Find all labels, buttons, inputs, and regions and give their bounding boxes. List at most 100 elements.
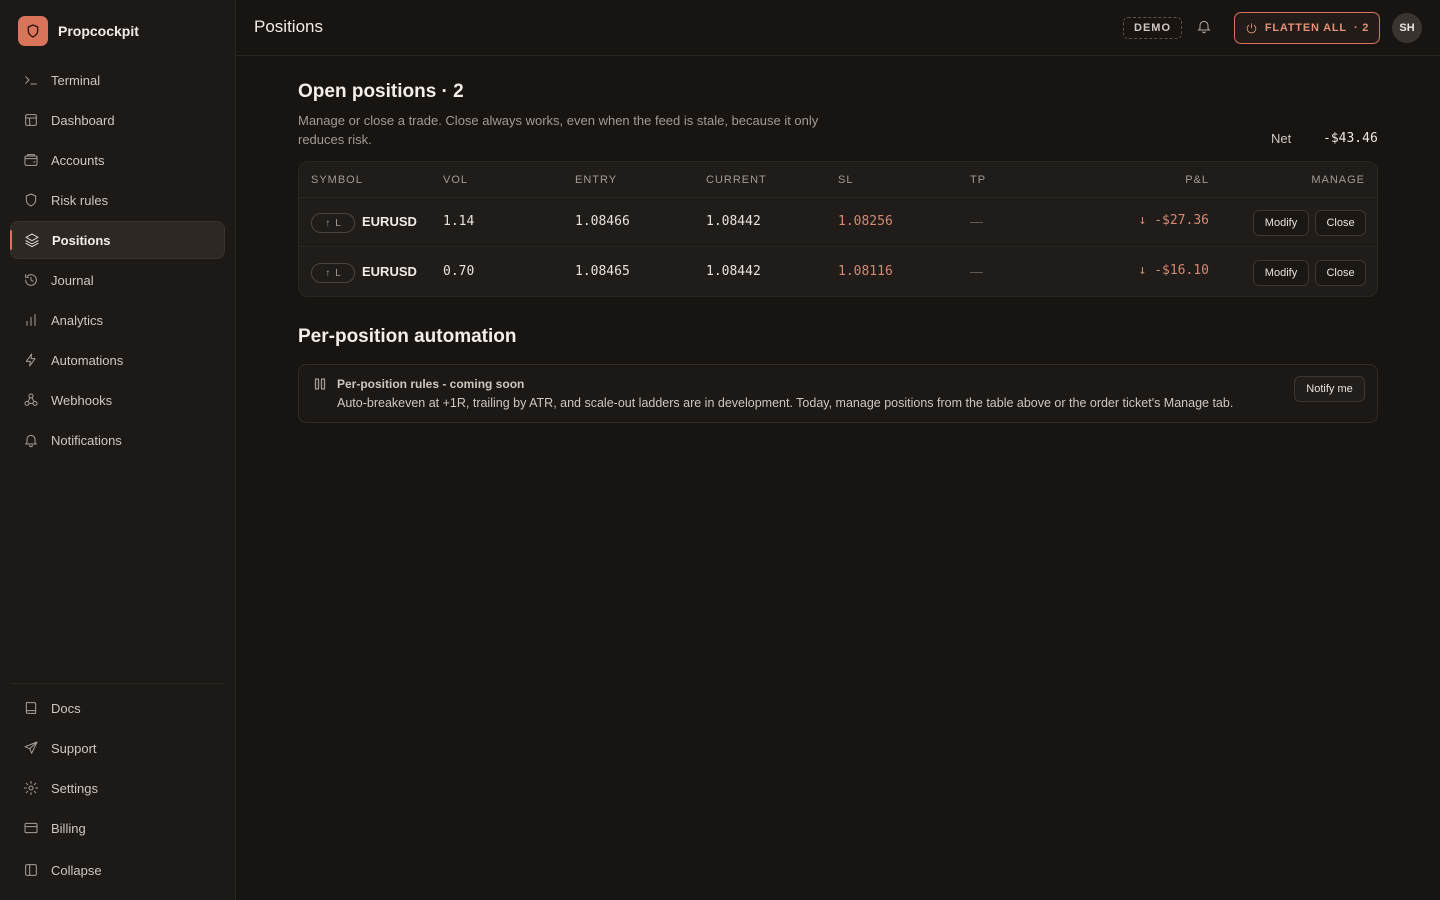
take-profit: —: [970, 214, 983, 229]
side-label: L: [335, 217, 341, 229]
stop-loss: 1.08116: [838, 264, 893, 279]
column-header: P&L: [1185, 174, 1209, 186]
sidebar-item-collapse[interactable]: Collapse: [10, 851, 225, 889]
layers-icon: [24, 232, 40, 248]
sidebar-item-notifications[interactable]: Notifications: [10, 421, 225, 459]
bar-chart-icon: [23, 312, 39, 328]
app-name: Propcockpit: [58, 23, 139, 39]
sidebar: Propcockpit Terminal Dashboard Accounts …: [0, 0, 236, 900]
bell-icon: [23, 432, 39, 448]
sidebar-item-accounts[interactable]: Accounts: [10, 141, 225, 179]
dashboard-icon: [23, 112, 39, 128]
sidebar-item-label: Webhooks: [51, 392, 113, 408]
current-price: 1.08442: [706, 214, 761, 229]
column-header: CURRENT: [706, 174, 767, 186]
sidebar-item-label: Terminal: [51, 72, 101, 88]
open-positions-title: Open positions · 2: [298, 81, 464, 102]
table-header: SYMBOL VOL ENTRY CURRENT SL TP P&L MANAG…: [299, 162, 1377, 198]
sidebar-collapse-icon: [23, 862, 39, 878]
symbol: EURUSD: [362, 264, 417, 279]
page-title: Positions: [254, 17, 323, 36]
sidebar-item-label: Collapse: [51, 862, 102, 878]
side-pill: ↑ L: [311, 263, 355, 283]
arrow-up-icon: ↑: [325, 267, 331, 279]
sidebar-item-label: Notifications: [51, 432, 122, 448]
modify-button[interactable]: Modify: [1253, 210, 1309, 236]
sidebar-item-label: Billing: [51, 820, 86, 836]
current-price: 1.08442: [706, 264, 761, 279]
terminal-icon: [23, 72, 39, 88]
sidebar-divider: [10, 683, 225, 684]
demo-badge: DEMO: [1123, 17, 1182, 39]
sidebar-item-label: Analytics: [51, 312, 104, 328]
modify-button[interactable]: Modify: [1253, 260, 1309, 286]
gear-icon: [23, 780, 39, 796]
sidebar-item-terminal[interactable]: Terminal: [10, 61, 225, 99]
topbar: Positions DEMO FLATTEN ALL · 2 SH: [236, 0, 1440, 56]
sidebar-item-analytics[interactable]: Analytics: [10, 301, 225, 339]
positions-table: SYMBOL VOL ENTRY CURRENT SL TP P&L MANAG…: [298, 161, 1378, 297]
pnl: ↓ -$16.10: [1138, 263, 1209, 278]
pnl: ↓ -$27.36: [1138, 213, 1209, 228]
net-value: -$43.46: [1323, 131, 1378, 146]
sidebar-item-label: Support: [51, 740, 97, 756]
history-icon: [23, 272, 39, 288]
sidebar-item-dashboard[interactable]: Dashboard: [10, 101, 225, 139]
notifications-bell-icon[interactable]: [1196, 18, 1216, 38]
column-header: SL: [838, 174, 854, 186]
volume: 1.14: [443, 214, 475, 229]
wallet-icon: [23, 152, 39, 168]
sidebar-item-webhooks[interactable]: Webhooks: [10, 381, 225, 419]
notify-me-button[interactable]: Notify me: [1294, 376, 1365, 402]
sidebar-item-automations[interactable]: Automations: [10, 341, 225, 379]
table-row[interactable]: ↑ L EURUSD 0.70 1.08465 1.08442 1.08116 …: [299, 248, 1377, 296]
stop-loss: 1.08256: [838, 214, 893, 229]
automation-title: Per-position automation: [298, 326, 517, 347]
close-position-button[interactable]: Close: [1315, 260, 1366, 286]
symbol: EURUSD: [362, 214, 417, 229]
send-icon: [23, 740, 39, 756]
column-header: SYMBOL: [311, 174, 363, 186]
automation-card-description: Auto-breakeven at +1R, trailing by ATR, …: [337, 396, 1234, 410]
credit-card-icon: [23, 820, 39, 836]
column-header: TP: [970, 174, 987, 186]
flatten-all-label: FLATTEN ALL: [1264, 22, 1347, 34]
sidebar-item-journal[interactable]: Journal: [10, 261, 225, 299]
webhook-icon: [23, 392, 39, 408]
flatten-all-count: · 2: [1353, 22, 1370, 34]
avatar[interactable]: SH: [1392, 13, 1422, 43]
sidebar-item-settings[interactable]: Settings: [10, 769, 225, 807]
entry-price: 1.08465: [575, 264, 630, 279]
book-icon: [23, 700, 39, 716]
pause-icon: [314, 378, 326, 390]
sidebar-item-risk-rules[interactable]: Risk rules: [10, 181, 225, 219]
column-header: ENTRY: [575, 174, 618, 186]
zap-icon: [23, 352, 39, 368]
sidebar-item-support[interactable]: Support: [10, 729, 225, 767]
sidebar-item-docs[interactable]: Docs: [10, 689, 225, 727]
automation-card-title: Per-position rules - coming soon: [337, 377, 525, 391]
column-header: VOL: [443, 174, 469, 186]
sidebar-item-label: Risk rules: [51, 192, 109, 208]
shield-logo-icon: [18, 16, 48, 46]
sidebar-item-label: Dashboard: [51, 112, 115, 128]
flatten-all-button[interactable]: FLATTEN ALL · 2: [1234, 12, 1380, 44]
volume: 0.70: [443, 264, 475, 279]
automation-card: Per-position rules - coming soon Auto-br…: [298, 364, 1378, 423]
brand[interactable]: Propcockpit: [18, 16, 139, 46]
sidebar-item-label: Accounts: [51, 152, 105, 168]
sidebar-item-label: Journal: [51, 272, 94, 288]
open-positions-subtitle: Manage or close a trade. Close always wo…: [298, 113, 819, 147]
close-position-button[interactable]: Close: [1315, 210, 1366, 236]
side-label: L: [335, 267, 341, 279]
sidebar-item-label: Automations: [51, 352, 124, 368]
shield-icon: [23, 192, 39, 208]
sidebar-item-positions[interactable]: Positions: [10, 221, 225, 259]
net-label: Net: [1271, 131, 1292, 146]
sidebar-item-label: Positions: [52, 232, 111, 248]
column-header: MANAGE: [1311, 174, 1365, 186]
power-icon: [1246, 22, 1257, 33]
entry-price: 1.08466: [575, 214, 630, 229]
sidebar-item-billing[interactable]: Billing: [10, 809, 225, 847]
table-row[interactable]: ↑ L EURUSD 1.14 1.08466 1.08442 1.08256 …: [299, 198, 1377, 247]
